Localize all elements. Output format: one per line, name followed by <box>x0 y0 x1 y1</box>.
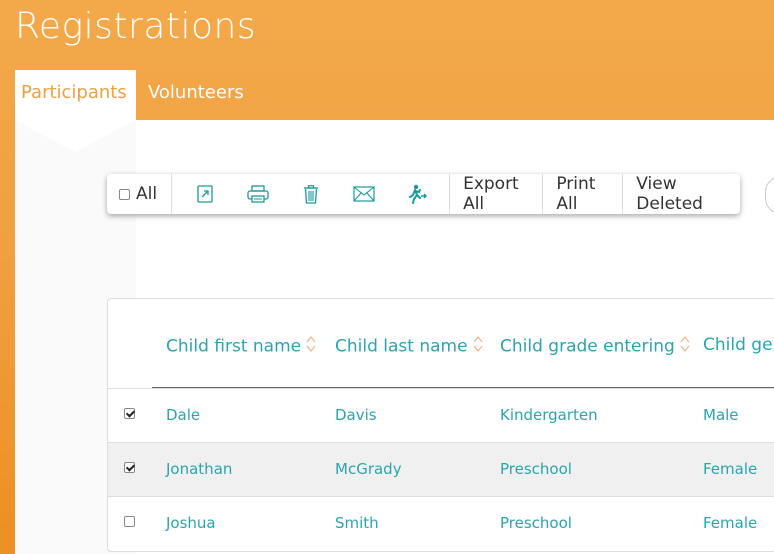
column-header-child-first-name[interactable]: Child first name <box>166 335 317 358</box>
export-all-button[interactable]: Export All <box>450 174 544 214</box>
sort-icon[interactable] <box>472 335 484 358</box>
checkin-runner-icon[interactable] <box>390 174 443 214</box>
column-label: Child gen <box>703 335 774 355</box>
export-icon[interactable] <box>178 174 231 214</box>
column-label: Child first name <box>166 336 302 357</box>
table-row[interactable]: Jonathan McGrady Preschool Female <box>108 442 774 497</box>
column-label: Child grade entering <box>500 336 675 357</box>
table-row[interactable]: Joshua Smith Preschool Female <box>108 496 774 551</box>
cell-gender[interactable]: Female <box>703 460 757 478</box>
cell-last-name[interactable]: Davis <box>335 406 377 424</box>
registrations-table: Child first name Child last name Child g… <box>107 298 774 552</box>
print-all-button[interactable]: Print All <box>543 174 624 214</box>
cell-first-name[interactable]: Dale <box>166 406 200 424</box>
trash-icon[interactable] <box>284 174 337 214</box>
cell-gender[interactable]: Female <box>703 514 757 532</box>
row-checkbox[interactable] <box>124 462 135 473</box>
cell-gender[interactable]: Male <box>703 406 739 424</box>
tab-volunteers[interactable]: Volunteers <box>148 82 244 103</box>
cell-grade[interactable]: Preschool <box>500 460 572 478</box>
row-checkbox[interactable] <box>124 516 135 527</box>
sort-icon[interactable] <box>679 335 691 358</box>
sort-icon[interactable] <box>305 335 317 358</box>
column-header-child-last-name[interactable]: Child last name <box>335 335 484 358</box>
select-all-checkbox[interactable] <box>119 188 130 200</box>
active-tab-notch <box>15 120 136 152</box>
toolbar-icon-group <box>172 174 451 214</box>
select-all-label: All <box>136 184 158 204</box>
toolbar: All Export All Print All View Deleted <box>107 174 740 214</box>
column-label: Child last name <box>335 336 468 357</box>
cell-grade[interactable]: Preschool <box>500 514 572 532</box>
column-header-child-grade-entering[interactable]: Child grade entering <box>500 335 691 358</box>
cell-first-name[interactable]: Jonathan <box>166 460 232 478</box>
row-checkbox[interactable] <box>124 408 135 419</box>
print-icon[interactable] <box>231 174 284 214</box>
table-row[interactable]: Dale Davis Kindergarten Male <box>108 388 774 443</box>
mail-icon[interactable] <box>337 174 390 214</box>
tab-participants[interactable]: Participants <box>21 82 127 103</box>
column-header-child-gender[interactable]: Child gen <box>703 335 774 355</box>
cell-grade[interactable]: Kindergarten <box>500 406 598 424</box>
select-all[interactable]: All <box>107 174 173 214</box>
cell-first-name[interactable]: Joshua <box>166 514 216 532</box>
cell-last-name[interactable]: Smith <box>335 514 379 532</box>
view-deleted-button[interactable]: View Deleted <box>623 174 740 214</box>
page-title: Registrations <box>15 6 257 47</box>
cell-last-name[interactable]: McGrady <box>335 460 402 478</box>
